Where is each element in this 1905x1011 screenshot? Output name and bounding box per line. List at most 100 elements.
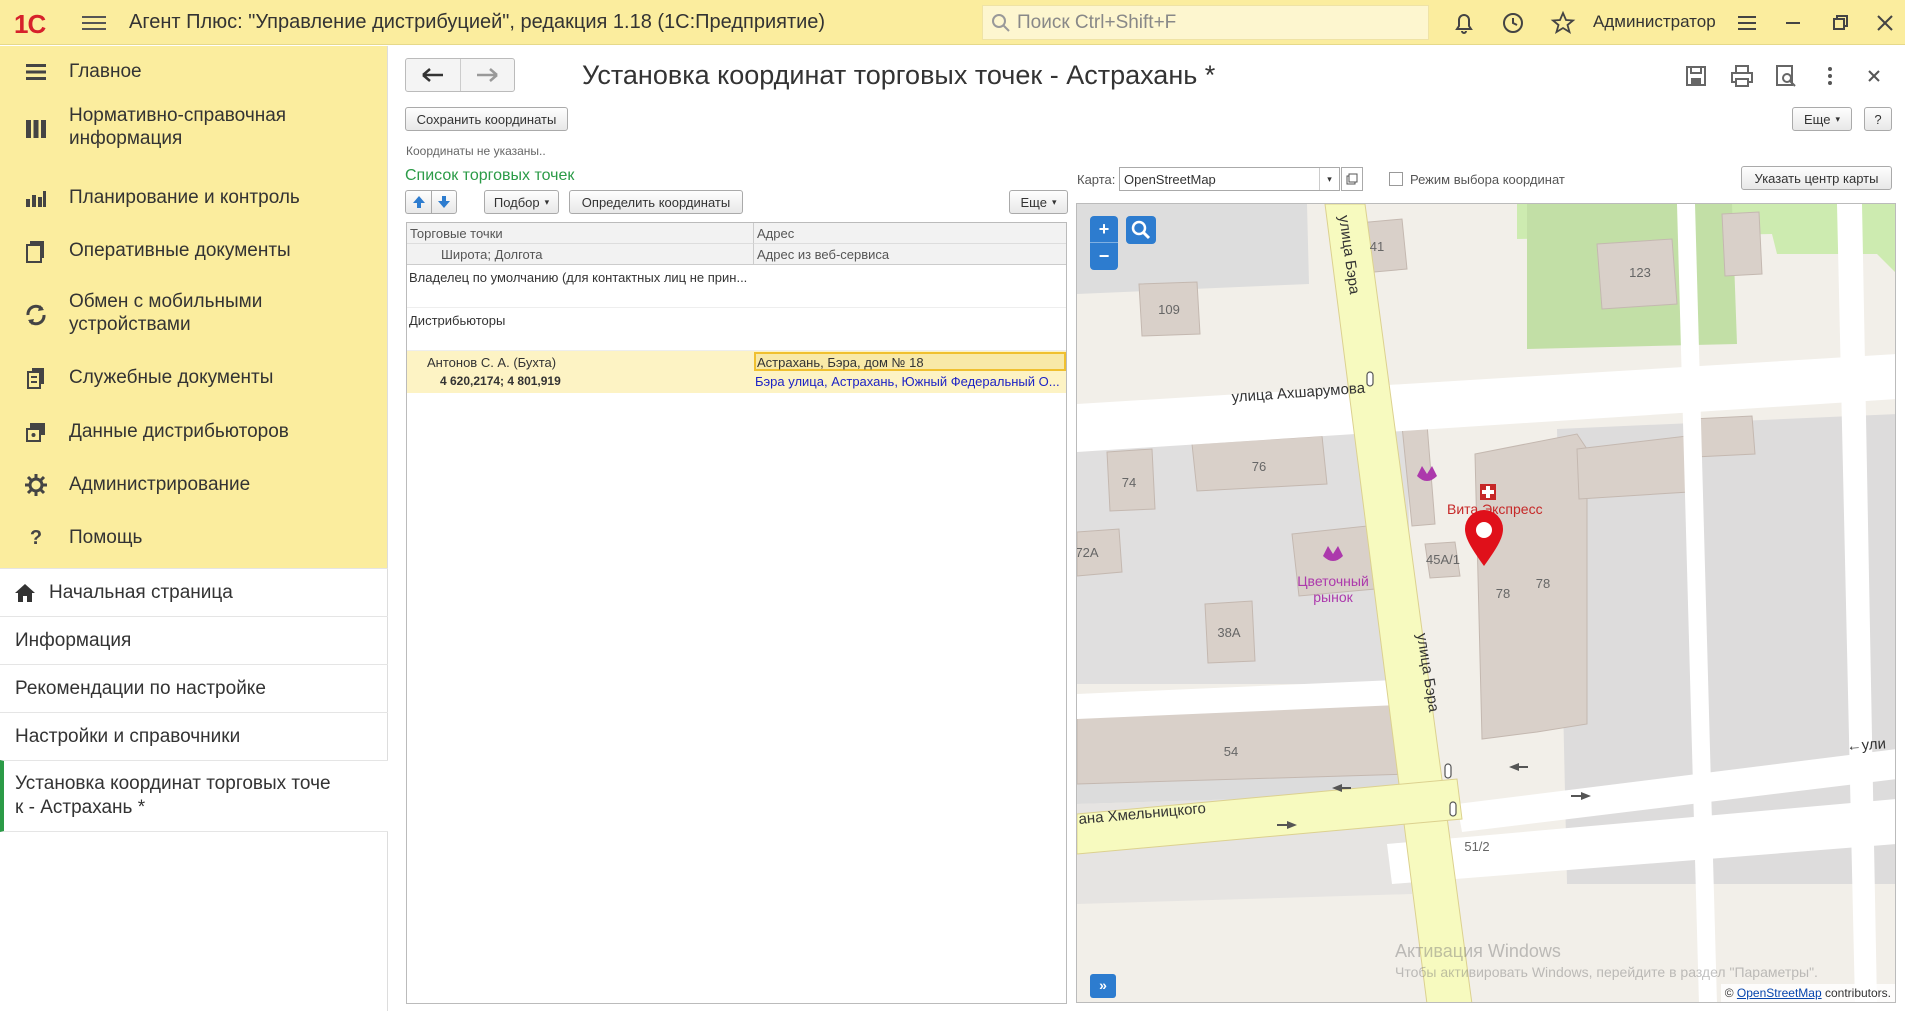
zoom-control: + − (1090, 216, 1118, 270)
star-icon[interactable] (1550, 10, 1576, 36)
more-vertical-icon[interactable] (1817, 63, 1843, 89)
define-coordinates-button[interactable]: Определить координаты (569, 190, 743, 214)
sections-panel: Главное Нормативно-справочная информация… (0, 46, 387, 568)
open-window-label: Начальная страница (49, 582, 233, 603)
column-latlon[interactable]: Широта; Долгота (407, 244, 754, 265)
save-coordinates-button[interactable]: Сохранить координаты (405, 107, 568, 131)
coords-mode-label: Режим выбора координат (1410, 172, 1565, 187)
attribution-suffix: contributors. (1824, 986, 1891, 1000)
back-button[interactable] (406, 59, 460, 91)
help-button[interactable]: ? (1864, 107, 1892, 131)
open-window-label: Рекомендации по настройке (15, 678, 266, 699)
section-label: Данные дистрибьюторов (69, 421, 289, 442)
form-more-button[interactable]: Еще ▾ (1792, 107, 1852, 131)
preview-icon[interactable] (1773, 63, 1799, 89)
outlet-coords: 4 620,2174; 4 801,919 (440, 374, 561, 388)
move-up-button[interactable] (405, 190, 431, 214)
building-number: 123 (1629, 265, 1651, 280)
column-outlets[interactable]: Торговые точки (407, 223, 754, 244)
section-planning[interactable]: Планирование и контроль (0, 176, 388, 220)
poi-flower-market-label: рынок (1313, 589, 1353, 605)
restore-icon[interactable] (1828, 10, 1854, 36)
list-more-button[interactable]: Еще ▾ (1009, 190, 1068, 214)
move-down-button[interactable] (431, 190, 457, 214)
history-icon[interactable] (1500, 10, 1526, 36)
1c-logo: 1С (14, 9, 46, 39)
expand-panel-button[interactable]: » (1090, 974, 1116, 998)
open-window-home[interactable]: Начальная страница (0, 568, 388, 616)
owner-group-label: Владелец по умолчанию (для контактных ли… (409, 270, 748, 285)
outlet-address-cell[interactable]: Астрахань, Бэра, дом № 18 (754, 352, 1066, 371)
column-address[interactable]: Адрес (754, 223, 1066, 244)
settings-menu-icon[interactable] (1734, 10, 1760, 36)
zoom-in-button[interactable]: + (1090, 216, 1118, 243)
section-main[interactable]: Главное (0, 50, 388, 94)
map-attribution: © OpenStreetMap contributors. (1720, 984, 1895, 1002)
map-select-value: OpenStreetMap (1124, 172, 1216, 187)
section-distributor-data[interactable]: Данные дистрибьюторов (0, 410, 388, 454)
building-number: 72А (1077, 545, 1099, 560)
save-icon[interactable] (1683, 63, 1709, 89)
outlet-ws-address: Бэра улица, Астрахань, Южный Федеральный… (755, 374, 1060, 389)
bell-icon[interactable] (1451, 10, 1477, 36)
minimize-icon[interactable] (1780, 10, 1806, 36)
print-icon[interactable] (1729, 63, 1755, 89)
service-docs-icon (27, 368, 44, 389)
table-row[interactable]: Владелец по умолчанию (для контактных ли… (407, 266, 1066, 308)
map-view[interactable]: 41 123 109 74 76 72А 45А/1 78 78 38А 54 … (1076, 203, 1896, 1003)
global-search-input[interactable]: Поиск Ctrl+Shift+F (982, 5, 1429, 40)
section-label: Планирование и контроль (69, 187, 300, 208)
chevron-down-icon: ▾ (1835, 113, 1840, 124)
sidebar: Главное Нормативно-справочная информация… (0, 46, 388, 1011)
building-number: 76 (1252, 459, 1266, 474)
map-canvas[interactable]: 41 123 109 74 76 72А 45А/1 78 78 38А 54 … (1077, 204, 1896, 1003)
section-label: Нормативно-справочная информация (69, 105, 287, 149)
section-operational-docs[interactable]: Оперативные документы (0, 229, 388, 273)
menu-lines-icon (26, 64, 46, 80)
building-number: 51/2 (1464, 839, 1489, 854)
close-window-icon[interactable] (1872, 10, 1898, 36)
building-number: 38А (1217, 625, 1240, 640)
map-select[interactable]: OpenStreetMap ▾ (1119, 167, 1340, 191)
main-menu-icon[interactable] (82, 12, 106, 34)
open-window-coords-form[interactable]: Установка координат торговых точе к - Ас… (0, 760, 388, 832)
close-form-icon[interactable] (1861, 63, 1887, 89)
section-mobile-exchange[interactable]: Обмен с мобильными устройствами (0, 282, 388, 348)
open-map-button[interactable] (1341, 167, 1363, 191)
section-label: Помощь (69, 527, 143, 548)
open-window-label: Информация (15, 630, 132, 651)
column-ws-address[interactable]: Адрес из веб-сервиса (754, 244, 1066, 265)
section-reference[interactable]: Нормативно-справочная информация (0, 96, 388, 162)
zoom-out-button[interactable]: − (1090, 243, 1118, 270)
coords-mode-checkbox[interactable] (1389, 172, 1403, 186)
section-label: Обмен с мобильными устройствами (69, 291, 263, 335)
app-header: 1С Агент Плюс: "Управление дистрибуцией"… (0, 0, 1905, 45)
arrow-up-icon (412, 196, 425, 208)
map-label: Карта: (1077, 172, 1116, 187)
chevron-down-icon: ▾ (1051, 196, 1057, 207)
table-row-selected[interactable]: Антонов С. А. (Бухта) Астрахань, Бэра, д… (407, 351, 1066, 393)
question-icon: ? (29, 527, 43, 549)
home-icon (15, 584, 35, 602)
section-service-docs[interactable]: Служебные документы (0, 356, 388, 400)
arrow-left-icon (422, 68, 443, 82)
distributor-data-icon (26, 423, 45, 442)
documents-icon (26, 241, 44, 263)
osm-link[interactable]: OpenStreetMap (1737, 986, 1822, 1000)
section-administration[interactable]: Администрирование (0, 463, 388, 507)
outlet-name: Антонов С. А. (Бухта) (427, 355, 557, 370)
chevron-down-icon[interactable]: ▾ (1319, 168, 1339, 190)
open-window-info[interactable]: Информация (0, 616, 388, 664)
open-window-settings[interactable]: Настройки и справочники (0, 712, 388, 760)
form-area: Установка координат торговых точек - Аст… (389, 46, 1905, 1011)
map-search-button[interactable] (1126, 216, 1156, 244)
table-row[interactable]: Дистрибьюторы (407, 309, 1066, 351)
open-window-recommendations[interactable]: Рекомендации по настройке (0, 664, 388, 712)
outlets-table[interactable]: Торговые точки Адрес Широта; Долгота Адр… (406, 222, 1067, 1004)
current-user[interactable]: Администратор (1593, 12, 1716, 32)
building-number: 45А/1 (1426, 552, 1460, 567)
set-map-center-button[interactable]: Указать центр карты (1741, 166, 1892, 190)
forward-button[interactable] (459, 59, 514, 91)
section-help[interactable]: ? Помощь (0, 516, 388, 560)
pick-button[interactable]: Подбор ▾ (484, 190, 559, 214)
